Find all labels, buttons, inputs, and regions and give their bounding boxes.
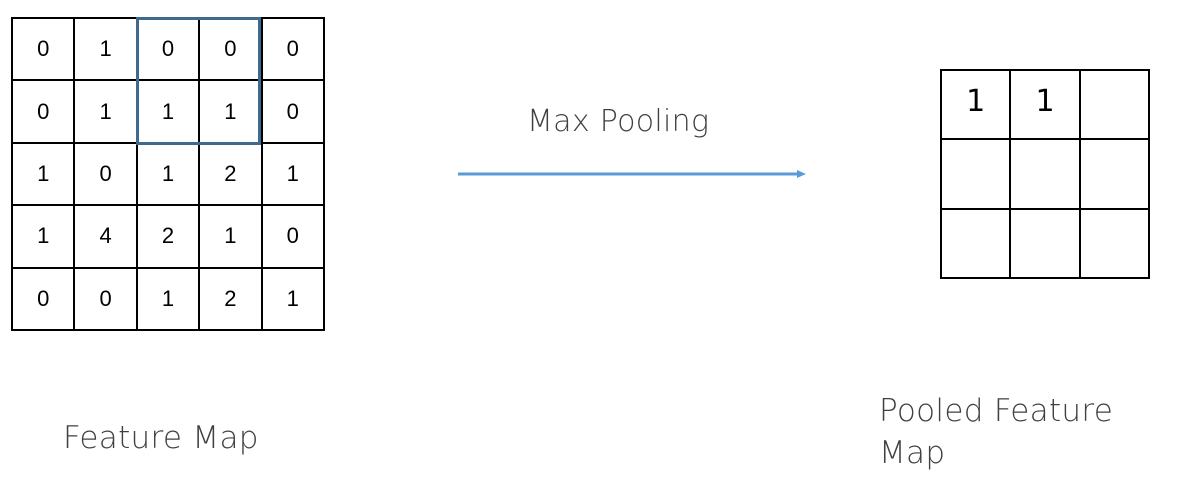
feature-map-cell: 1: [262, 268, 325, 331]
feature-map-cell: 1: [262, 143, 325, 207]
feature-map-cell: 0: [200, 19, 263, 82]
pooled-map-cell: [942, 140, 1012, 210]
pooled-map-cell: [1080, 71, 1150, 141]
pooled-map-cell: [1080, 209, 1150, 279]
feature-map-cell: 1: [200, 206, 263, 269]
feature-map-cell: 0: [75, 143, 138, 207]
arrow-icon: [458, 170, 806, 178]
feature-map-cell: 1: [13, 143, 76, 207]
pooled-feature-map-grid: 11: [940, 69, 1150, 279]
feature-map-cell: 1: [137, 143, 201, 207]
feature-map-grid: 0100001110101211421000121: [11, 17, 325, 331]
feature-map-cell: 2: [137, 206, 201, 269]
feature-map-cell: 0: [13, 268, 76, 331]
feature-map-cell: 4: [75, 206, 138, 269]
feature-map-cell: 1: [13, 206, 76, 269]
pooled-map-cell: [1080, 140, 1150, 210]
feature-map-cell: 2: [200, 143, 263, 207]
feature-map-cell: 1: [200, 81, 263, 144]
feature-map-cell: 0: [262, 19, 325, 82]
feature-map-cell: 1: [137, 268, 201, 331]
pooled-map-cell: [1011, 209, 1081, 279]
feature-map-cell: 0: [137, 19, 201, 82]
feature-map-cell: 0: [75, 268, 138, 331]
feature-map-cell: 1: [75, 19, 138, 82]
pooled-feature-map-caption: Pooled Feature Map: [879, 393, 1114, 471]
feature-map-caption: Feature Map: [63, 420, 259, 456]
feature-map-cell: 2: [200, 268, 263, 331]
feature-map-cell: 1: [75, 81, 138, 144]
pooled-map-cell: [942, 209, 1012, 279]
feature-map-cell: 0: [13, 19, 76, 82]
feature-map-cell: 0: [262, 206, 325, 269]
pooled-map-cell: [1011, 140, 1081, 210]
max-pooling-label: Max Pooling: [527, 104, 710, 139]
feature-map-cell: 0: [262, 81, 325, 144]
feature-map-cell: 1: [137, 81, 201, 144]
pooled-map-cell: 1: [1011, 71, 1081, 141]
pooled-map-cell: 1: [942, 71, 1012, 141]
feature-map-cell: 0: [13, 81, 76, 144]
